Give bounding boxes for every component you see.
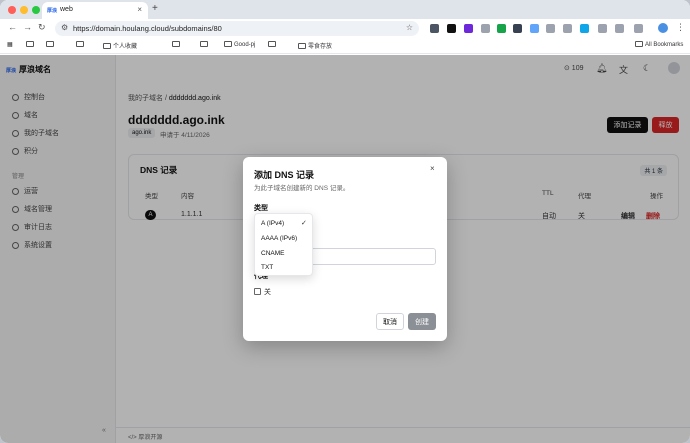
folder-icon	[268, 41, 276, 47]
navigation-bar: ← → ↻ ⚙ https://domain.houlang.cloud/sub…	[0, 19, 690, 38]
type-select-dropdown: A (IPv4) ✓ AAAA (IPv6) CNAME TXT	[254, 213, 313, 276]
address-bar[interactable]: ⚙ https://domain.houlang.cloud/subdomain…	[55, 21, 419, 36]
bookmarks-bar: ▦ 个人收藏 Good-pj 零食存放 All Bookmarks	[0, 38, 690, 54]
folder-icon	[103, 43, 111, 49]
all-bookmarks-label: All Bookmarks	[645, 42, 684, 48]
bookmark-label: Good-pj	[234, 42, 256, 48]
tab-search-icon[interactable]	[615, 24, 624, 33]
proxy-checkbox[interactable]	[254, 288, 261, 295]
folder-icon	[298, 43, 306, 49]
bookmark-folder[interactable]	[200, 41, 210, 48]
folder-icon	[172, 41, 180, 47]
devtools-icon[interactable]	[634, 24, 643, 33]
extension-icon[interactable]	[580, 24, 589, 33]
dialog-subtitle: 为此子域名创建新的 DNS 记录。	[254, 185, 350, 192]
folder-icon	[26, 41, 34, 47]
bookmark-folder[interactable]	[26, 41, 36, 48]
menu-kebab-icon[interactable]: ⋮	[676, 22, 685, 33]
extension-icon[interactable]	[497, 24, 506, 33]
extension-icon[interactable]	[563, 24, 572, 33]
extension-icon[interactable]	[530, 24, 539, 33]
cancel-button[interactable]: 取消	[376, 313, 404, 330]
extension-icon[interactable]	[546, 24, 555, 33]
extension-shield-icon[interactable]	[430, 24, 439, 33]
bookmark-item[interactable]: Good-pj	[224, 41, 255, 48]
bookmark-label: 零食存放	[308, 44, 333, 50]
folder-icon	[46, 41, 54, 47]
forward-icon[interactable]: →	[23, 22, 32, 32]
tab-close-icon[interactable]: ×	[137, 5, 142, 14]
bookmark-folder[interactable]	[268, 41, 278, 48]
type-option-aaaa[interactable]: AAAA (IPv6)	[261, 235, 297, 242]
site-info-icon[interactable]: ⚙	[61, 23, 68, 32]
folder-icon	[224, 41, 232, 47]
bookmark-folder[interactable]	[46, 41, 56, 48]
url-text: https://domain.houlang.cloud/subdomains/…	[73, 24, 222, 33]
tab-bar: 厚浪 web × +	[0, 0, 690, 19]
extension-lock-icon[interactable]	[481, 24, 490, 33]
extension-icon[interactable]	[447, 24, 456, 33]
reload-icon[interactable]: ↻	[38, 22, 46, 33]
dialog-title: 添加 DNS 记录	[254, 170, 315, 180]
extension-icon[interactable]	[464, 24, 473, 33]
bookmark-folder[interactable]	[172, 41, 182, 48]
extensions-puzzle-icon[interactable]	[598, 24, 607, 33]
extension-icon[interactable]	[513, 24, 522, 33]
bookmark-star-icon[interactable]: ☆	[406, 23, 413, 32]
tab-title: web	[60, 6, 73, 13]
maximize-window-icon[interactable]	[32, 6, 40, 14]
close-icon[interactable]: ×	[430, 164, 435, 173]
create-button[interactable]: 创建	[408, 313, 436, 330]
type-label: 类型	[254, 205, 268, 212]
folder-icon	[635, 41, 643, 47]
browser-window: 厚浪 web × + ← → ↻ ⚙ https://domain.houlan…	[0, 0, 690, 443]
back-icon[interactable]: ←	[8, 22, 17, 32]
proxy-checkbox-label: 关	[264, 289, 271, 296]
minimize-window-icon[interactable]	[20, 6, 28, 14]
bookmark-item[interactable]: 零食存放	[298, 41, 332, 50]
bookmark-folder[interactable]	[76, 41, 86, 48]
type-option-cname[interactable]: CNAME	[261, 250, 284, 257]
folder-icon	[200, 41, 208, 47]
profile-avatar[interactable]	[658, 23, 668, 33]
apps-grid-icon[interactable]: ▦	[7, 41, 13, 48]
check-icon: ✓	[301, 220, 307, 227]
tab-favicon: 厚浪	[47, 8, 58, 14]
new-tab-button[interactable]: +	[152, 3, 158, 14]
browser-tab[interactable]: 厚浪 web ×	[42, 2, 148, 19]
type-option-a[interactable]: A (IPv4)	[261, 220, 284, 227]
bookmark-label: 个人收藏	[113, 44, 138, 50]
bookmark-item[interactable]: 个人收藏	[103, 41, 137, 50]
type-option-txt[interactable]: TXT	[261, 264, 273, 271]
all-bookmarks[interactable]: All Bookmarks	[635, 41, 683, 48]
folder-icon	[76, 41, 84, 47]
close-window-icon[interactable]	[8, 6, 16, 14]
